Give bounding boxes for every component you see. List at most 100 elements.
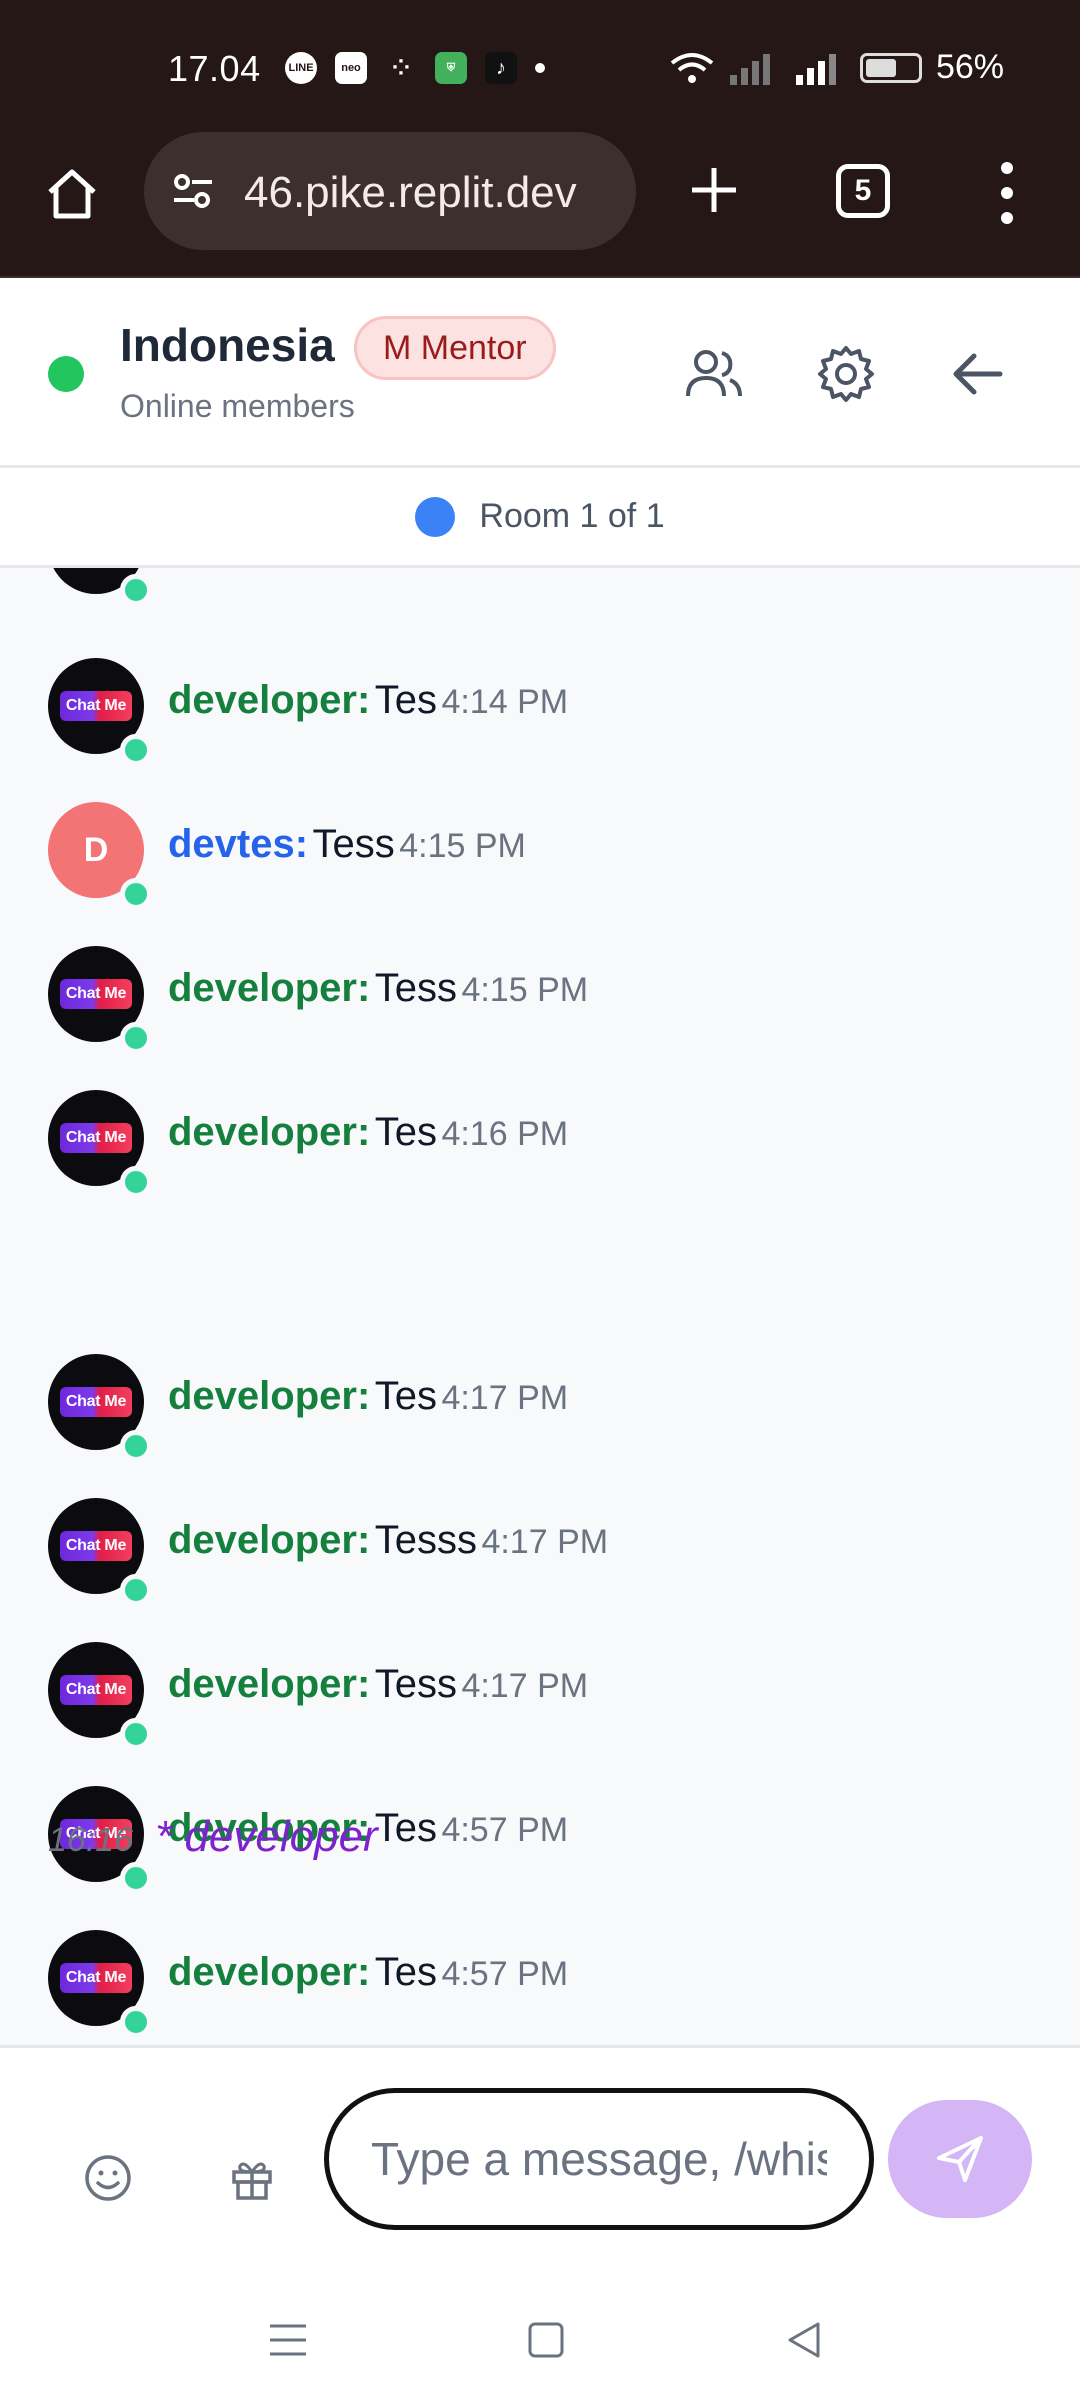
message-row[interactable]: Chat Me developer: Tess 4:17 PM bbox=[0, 1642, 1080, 1772]
message-username[interactable]: developer: bbox=[168, 1518, 370, 1562]
battery-icon bbox=[859, 52, 922, 83]
chatme-logo: Chat Me bbox=[60, 1963, 132, 1993]
chatme-logo: Chat Me bbox=[60, 691, 132, 721]
message-text: Tess bbox=[312, 822, 395, 866]
presence-dot bbox=[120, 2006, 152, 2038]
message-time: 4:17 PM bbox=[481, 1523, 609, 1561]
message-time: 4:15 PM bbox=[399, 827, 526, 865]
url-bar[interactable]: 46.pike.replit.dev bbox=[144, 132, 636, 250]
presence-dot bbox=[120, 1022, 152, 1054]
browser-toolbar: 46.pike.replit.dev 5 bbox=[0, 132, 1080, 278]
gift-icon[interactable] bbox=[226, 2152, 278, 2204]
message-time: 4:17 PM bbox=[461, 1667, 589, 1705]
system-message-text: * developer bbox=[155, 1812, 378, 1861]
message-username[interactable]: developer: bbox=[168, 1662, 370, 1706]
room-title: Indonesia bbox=[120, 319, 335, 371]
message-row[interactable]: Chat Me developer: Tes 4:16 PM bbox=[0, 1090, 1080, 1220]
message-text: Tess bbox=[374, 1662, 457, 1706]
recent-apps-icon[interactable] bbox=[266, 2318, 310, 2362]
message-content: developer: Tesss 4:17 PM bbox=[168, 1518, 608, 1563]
grid-icon: ⁘ bbox=[391, 55, 411, 80]
message-time: 4:57 PM bbox=[441, 1811, 569, 1849]
message-username[interactable]: devtes: bbox=[168, 822, 308, 866]
message-row[interactable]: Chat Me developer: Tes 4:57 PM bbox=[0, 1930, 1080, 2045]
chatme-logo: Chat Me bbox=[60, 979, 132, 1009]
signal-icon-2 bbox=[795, 53, 836, 85]
chatme-logo: Chat Me bbox=[60, 1531, 132, 1561]
message-text: Tes bbox=[374, 1374, 437, 1418]
message-content: devtes: Tess 4:15 PM bbox=[168, 822, 526, 867]
message-list[interactable]: Chat Me Chat Me developer: Tes 4:14 PM Dde… bbox=[0, 568, 1080, 2048]
status-time: 17.04 bbox=[168, 48, 261, 89]
message-content: developer: Tes 4:16 PM bbox=[168, 1110, 568, 1155]
message-input[interactable] bbox=[324, 2088, 874, 2230]
message-row[interactable]: Chat Me developer: Tes 4:17 PM bbox=[0, 1354, 1080, 1484]
message-content: developer: Tes 4:57 PM bbox=[168, 1950, 568, 1995]
shield-icon: ⛨ bbox=[435, 52, 467, 84]
chatme-logo: Chat Me bbox=[60, 1387, 132, 1417]
message-username[interactable]: developer: bbox=[168, 966, 370, 1010]
presence-dot bbox=[120, 1718, 152, 1750]
url-text[interactable]: 46.pike.replit.dev bbox=[244, 168, 577, 218]
status-bar: 17.04 LINE neo ⁘ ⛨ ♪ 56% bbox=[0, 0, 1080, 140]
room-dot bbox=[415, 496, 456, 537]
message-time: 4:15 PM bbox=[461, 971, 589, 1009]
message-time: 4:16 PM bbox=[441, 1115, 569, 1153]
home-icon[interactable] bbox=[40, 162, 104, 226]
message-content: developer: Tes 4:17 PM bbox=[168, 1374, 568, 1419]
composer bbox=[0, 2048, 1080, 2268]
message-username[interactable]: developer: bbox=[168, 1110, 370, 1154]
chatme-logo: Chat Me bbox=[60, 1123, 132, 1153]
status-right: 56% bbox=[670, 48, 1004, 87]
message-content: developer: Tess 4:17 PM bbox=[168, 1662, 588, 1707]
message-text: Tess bbox=[374, 966, 457, 1010]
back-nav-icon[interactable] bbox=[782, 2318, 826, 2362]
presence-dot bbox=[120, 1862, 152, 1894]
message-username[interactable]: developer: bbox=[168, 678, 370, 722]
send-icon bbox=[937, 2136, 983, 2182]
mentor-badge: M Mentor bbox=[354, 316, 556, 380]
online-members-label[interactable]: Online members bbox=[120, 388, 355, 425]
room-label: Room 1 of 1 bbox=[479, 497, 665, 535]
tab-switcher-button[interactable]: 5 bbox=[836, 164, 890, 218]
overflow-menu-icon[interactable] bbox=[992, 162, 1022, 224]
message-username[interactable]: developer: bbox=[168, 1374, 370, 1418]
message-time: 4:17 PM bbox=[441, 1379, 569, 1417]
notification-icons: LINE neo ⁘ ⛨ ♪ bbox=[285, 52, 545, 84]
wifi-icon bbox=[670, 52, 714, 83]
chatme-logo: Chat Me bbox=[60, 1675, 132, 1705]
signal-icon bbox=[729, 53, 770, 85]
message-text: Tesss bbox=[374, 1518, 477, 1562]
members-icon[interactable] bbox=[682, 342, 746, 406]
line-icon: LINE bbox=[285, 52, 317, 84]
message-content: developer: Tes 4:14 PM bbox=[168, 678, 568, 723]
system-message-time: 16:16 bbox=[48, 1821, 134, 1859]
settings-gear-icon[interactable] bbox=[814, 342, 878, 406]
home-nav-icon[interactable] bbox=[524, 2318, 568, 2362]
tiktok-icon: ♪ bbox=[485, 52, 517, 84]
message-time: 4:14 PM bbox=[441, 683, 569, 721]
presence-dot bbox=[120, 878, 152, 910]
presence-dot bbox=[120, 734, 152, 766]
message-row[interactable]: Ddevtes: Tess 4:15 PM bbox=[0, 802, 1080, 932]
message-username[interactable]: developer: bbox=[168, 1950, 370, 1994]
message-row[interactable]: Chat Me developer: Tes 4:14 PM bbox=[0, 658, 1080, 788]
message-row[interactable]: Chat Me developer: Tesss 4:17 PM bbox=[0, 1498, 1080, 1628]
neo-icon: neo bbox=[335, 52, 367, 84]
new-tab-icon[interactable] bbox=[684, 160, 744, 220]
system-message: 16:16 * developer bbox=[48, 1812, 378, 1862]
message-row[interactable]: Chat Me developer: Tess 4:15 PM bbox=[0, 946, 1080, 1076]
message-content: developer: Tess 4:15 PM bbox=[168, 966, 588, 1011]
battery-percent: 56% bbox=[935, 48, 1004, 86]
room-indicator: Room 1 of 1 bbox=[0, 468, 1080, 568]
emoji-icon[interactable] bbox=[82, 2152, 134, 2204]
message-text: Tes bbox=[374, 1806, 437, 1850]
presence-dot bbox=[120, 1166, 152, 1198]
site-settings-icon[interactable] bbox=[170, 168, 216, 214]
message-text: Tes bbox=[374, 1950, 437, 1994]
back-arrow-icon[interactable] bbox=[946, 342, 1010, 406]
presence-dot bbox=[120, 574, 152, 606]
presence-dot bbox=[120, 1574, 152, 1606]
message-time: 4:57 PM bbox=[441, 1955, 569, 1993]
send-button[interactable] bbox=[888, 2100, 1032, 2218]
